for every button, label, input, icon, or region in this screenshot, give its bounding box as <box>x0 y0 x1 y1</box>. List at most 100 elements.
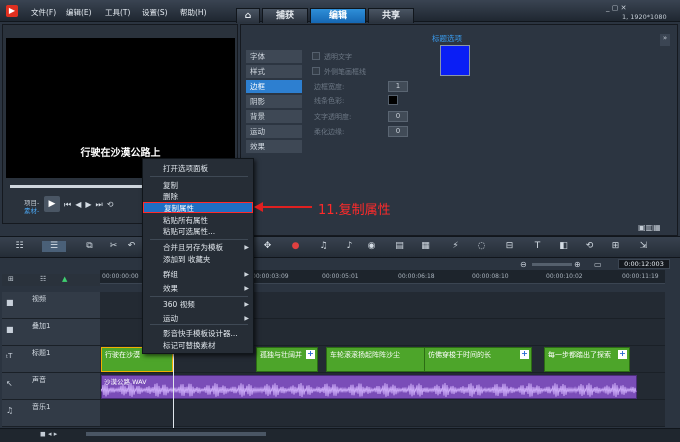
zoom-in-icon[interactable]: ⊕ <box>574 260 581 269</box>
scroll-icons[interactable]: ◼ ◂ ▸ <box>40 430 57 438</box>
clip-mode-label[interactable]: 素材- <box>24 205 39 215</box>
timeline-view-icon[interactable]: ☰ <box>42 241 66 252</box>
tab-share[interactable]: 共享 <box>368 8 414 23</box>
tab-background[interactable]: 背景 <box>246 110 302 123</box>
record-icon[interactable]: ● <box>290 241 301 252</box>
export-icon[interactable]: ⇲ <box>638 241 649 252</box>
ruler-tick: 00:00:08:10 <box>472 273 509 280</box>
auto-music-icon[interactable]: ♪ <box>344 241 355 252</box>
color-grading-icon[interactable]: ◧ <box>558 241 569 252</box>
transparent-text-checkbox[interactable] <box>312 52 320 60</box>
menu-separator <box>150 296 248 297</box>
context-menu-item[interactable]: 删除 <box>143 191 253 202</box>
scroll-thumb[interactable] <box>86 432 266 436</box>
context-menu-item[interactable]: 群组 ▶ <box>143 269 253 280</box>
track-header-music[interactable] <box>2 400 100 427</box>
tab-edit[interactable]: 编辑 <box>310 8 366 23</box>
track-header-voice[interactable] <box>2 373 100 400</box>
tab-effects[interactable]: 效果 <box>246 140 302 153</box>
timecode-display[interactable]: 0:00:12:003 <box>618 259 670 269</box>
transport-controls[interactable]: ⏮◀▶⏭⟲ <box>64 200 117 210</box>
title-clip[interactable]: 车轮滚滚扬起阵阵沙尘+ <box>326 347 438 372</box>
split-screen-icon[interactable]: ⚡ <box>450 241 461 252</box>
line-color-swatch[interactable] <box>388 95 398 105</box>
track-name-voice: 声音 <box>32 376 46 384</box>
add-icon[interactable]: + <box>618 350 627 359</box>
context-menu-item[interactable]: 添加到 收藏夹 <box>143 254 253 265</box>
voice-track-icon: ↖ <box>6 379 13 388</box>
zoom-slider[interactable] <box>532 263 572 266</box>
add-icon[interactable]: + <box>520 350 529 359</box>
track-name-overlay: 叠加1 <box>32 322 51 330</box>
tab-capture[interactable]: 捕获 <box>262 8 308 23</box>
menu-file[interactable]: 文件(F) <box>31 7 56 18</box>
fit-project-icon[interactable]: ▭ <box>594 260 602 269</box>
play-button[interactable]: ▶ <box>44 196 60 212</box>
context-menu-item[interactable]: 合并且另存为模板 ▶ <box>143 242 253 253</box>
subtitle-editor-icon[interactable]: ▤ <box>394 241 405 252</box>
speed-icon[interactable]: ⟲ <box>584 241 595 252</box>
add-track-icon[interactable]: ⊞ <box>8 275 14 283</box>
timeline-toolbar <box>0 236 680 258</box>
menu-help[interactable]: 帮助(H) <box>180 7 207 18</box>
soft-edge-label: 柔化边缘: <box>314 128 345 136</box>
pan-tool-icon[interactable]: ✥ <box>262 241 273 252</box>
motion-tracking-icon[interactable]: ◉ <box>366 241 377 252</box>
soft-edge-spinner[interactable]: 0 <box>388 126 408 137</box>
title-tool-icon[interactable]: T <box>532 241 543 252</box>
title-clip[interactable]: 仿佛穿梭于时间的长 + <box>424 347 532 372</box>
context-menu-item[interactable]: 标记可替换素材 <box>143 340 253 351</box>
tab-shadow[interactable]: 阴影 <box>246 95 302 108</box>
track-header-overlay[interactable] <box>2 319 100 346</box>
undo-icon[interactable]: ↶ <box>126 241 137 252</box>
audio-mixer-icon[interactable]: ♫ <box>318 241 329 252</box>
text-opacity-spinner[interactable]: 0 <box>388 111 408 122</box>
track-manager-icon[interactable]: ⧉ <box>84 241 95 252</box>
context-menu-item[interactable]: 打开选项面板 <box>143 163 253 174</box>
edit-tools-icon[interactable]: ✂ <box>108 241 119 252</box>
ripple-edit-icon[interactable]: ▲ <box>62 275 67 283</box>
preset-swatch[interactable] <box>440 45 470 76</box>
tab-style[interactable]: 样式 <box>246 65 302 78</box>
context-menu-item[interactable]: 运动 ▶ <box>143 313 253 324</box>
context-menu-item[interactable]: 影音快手模板设计器... <box>143 328 253 339</box>
preview-subtitle: 行驶在沙漠公路上 <box>80 148 161 159</box>
panel-view-icons[interactable]: ▣▥▦ <box>638 223 661 232</box>
context-menu-item[interactable]: 粘贴可选属性... <box>143 226 253 237</box>
scrubber-bar[interactable] <box>10 185 143 188</box>
tab-motion[interactable]: 运动 <box>246 125 302 138</box>
track-header-video[interactable] <box>2 292 100 319</box>
context-menu-item[interactable]: 复制属性 <box>143 202 253 213</box>
track-header-title[interactable] <box>2 346 100 373</box>
submenu-arrow-icon: ▶ <box>244 301 249 308</box>
annotation-arrow <box>254 202 312 212</box>
window-controls[interactable]: _ ▢ ✕ <box>606 4 626 12</box>
mask-icon[interactable]: ◌ <box>476 241 487 252</box>
add-icon[interactable]: + <box>306 350 315 359</box>
menu-edit[interactable]: 编辑(E) <box>66 7 92 18</box>
context-menu-item[interactable]: 360 视频 ▶ <box>143 299 253 310</box>
track-lane-music[interactable] <box>100 400 665 427</box>
track-list-icon[interactable]: ☷ <box>40 275 46 283</box>
stop-motion-icon[interactable]: ⊟ <box>504 241 515 252</box>
storyboard-view-icon[interactable]: ☷ <box>14 241 25 252</box>
tab-border[interactable]: 边框 <box>246 80 302 93</box>
zoom-out-icon[interactable]: ⊖ <box>520 260 527 269</box>
context-menu-item[interactable]: 粘贴所有属性 <box>143 215 253 226</box>
multi-cam-icon[interactable]: ▦ <box>420 241 431 252</box>
context-menu-item[interactable]: 复制 <box>143 180 253 191</box>
track-name-video: 视频 <box>32 295 46 303</box>
outer-stroke-checkbox[interactable] <box>312 67 320 75</box>
line-color-label: 线条色彩: <box>314 97 345 105</box>
transparent-text-label: 透明文字 <box>324 53 352 61</box>
title-clip[interactable]: 每一步都踏出了探索 + <box>544 347 630 372</box>
menu-tools[interactable]: 工具(T) <box>105 7 130 18</box>
title-clip[interactable]: 孤独与壮阔并 + <box>256 347 318 372</box>
context-menu-item[interactable]: 效果 ▶ <box>143 283 253 294</box>
home-tab[interactable]: ⌂ <box>236 8 260 23</box>
border-width-spinner[interactable]: 1 <box>388 81 408 92</box>
panel-collapse-icon[interactable]: » <box>660 34 670 46</box>
fit-icon[interactable]: ⊞ <box>610 241 621 252</box>
menu-settings[interactable]: 设置(S) <box>142 7 168 18</box>
tab-font[interactable]: 字体 <box>246 50 302 63</box>
